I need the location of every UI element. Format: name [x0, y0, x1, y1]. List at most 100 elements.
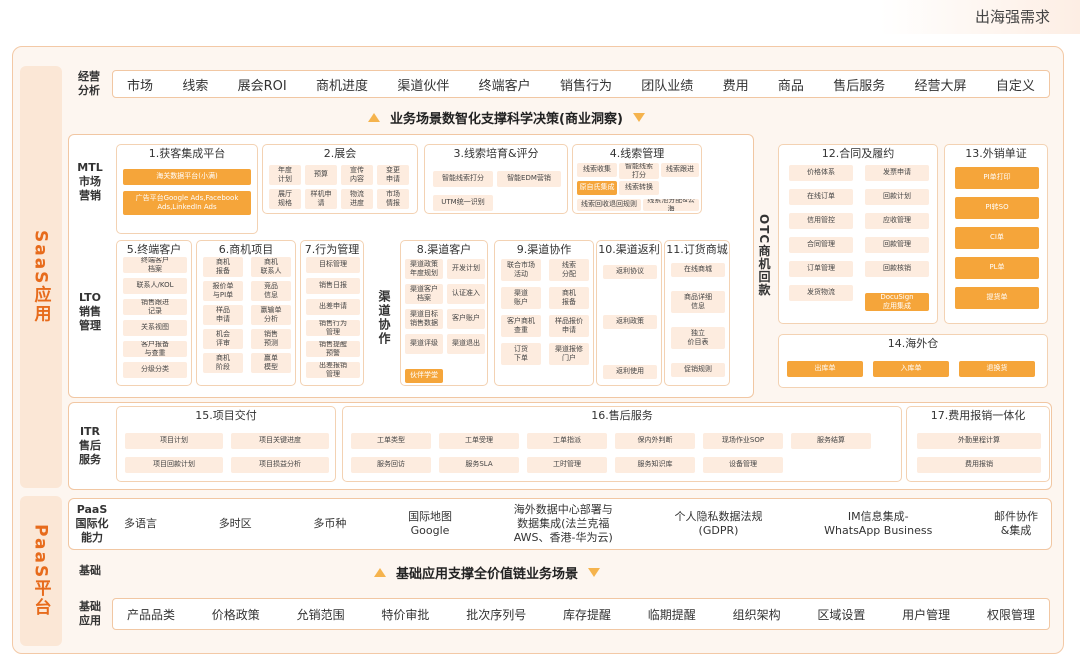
module-cell[interactable]: 渠道评级: [405, 334, 443, 354]
module-cell[interactable]: 联系人/KOL: [123, 278, 187, 294]
module-cell[interactable]: 独立 价目表: [671, 327, 725, 349]
module-cell[interactable]: 竞品 信息: [251, 281, 291, 301]
module-cell[interactable]: 样品 申请: [203, 305, 243, 325]
analysis-item[interactable]: 线索: [182, 75, 208, 94]
module-cell[interactable]: 宣传 内容: [341, 165, 373, 185]
module-cell[interactable]: 设备管理: [703, 457, 783, 473]
module-cell[interactable]: 分级分类: [123, 362, 187, 378]
module-cell[interactable]: 回款计划: [865, 189, 929, 205]
analysis-item[interactable]: 市场: [127, 75, 153, 94]
base-app-item[interactable]: 用户管理: [902, 606, 950, 623]
module-cell[interactable]: 服务回访: [351, 457, 431, 473]
module-cell[interactable]: 展厅 规格: [269, 189, 301, 209]
module-cell[interactable]: 线索 分配: [549, 259, 589, 281]
module-cell[interactable]: 项目计划: [125, 433, 223, 449]
base-app-item[interactable]: 组织架构: [733, 606, 781, 623]
base-app-item[interactable]: 产品品类: [127, 606, 175, 623]
module-cell[interactable]: 退换货: [959, 361, 1035, 377]
module-cell[interactable]: 费用报销: [917, 457, 1041, 473]
module-cell[interactable]: 线索收集: [577, 163, 617, 177]
module-cell[interactable]: 返利政策: [603, 315, 657, 329]
module-cell[interactable]: 商品详细 信息: [671, 291, 725, 313]
module-cell[interactable]: 发票申请: [865, 165, 929, 181]
module-cell[interactable]: 项目损益分析: [231, 457, 329, 473]
module-cell[interactable]: 价格体系: [789, 165, 853, 181]
module-cell[interactable]: 发货物流: [789, 285, 853, 301]
base-app-item[interactable]: 特价审批: [381, 606, 429, 623]
analysis-item[interactable]: 经营大屏: [915, 75, 967, 94]
module-cell[interactable]: 工单指派: [527, 433, 607, 449]
module-cell[interactable]: 智能EDM营销: [497, 171, 561, 187]
module-cell[interactable]: 项目回款计划: [125, 457, 223, 473]
module-cell[interactable]: 渠道退出: [447, 334, 485, 354]
module-cell[interactable]: 在线订单: [789, 189, 853, 205]
module-cell[interactable]: 出库单: [787, 361, 863, 377]
module-cell[interactable]: 智能线索 打分: [619, 163, 659, 179]
module-cell[interactable]: 销售日报: [306, 278, 360, 294]
analysis-item[interactable]: 展会ROI: [238, 75, 287, 94]
module-cell[interactable]: 商机 报备: [549, 287, 589, 309]
module-cell[interactable]: 出差申请: [306, 299, 360, 315]
module-cell[interactable]: 机会 评审: [203, 329, 243, 349]
module-cell[interactable]: UTM统一识别: [433, 195, 493, 211]
base-app-item[interactable]: 允销范围: [297, 606, 345, 623]
module-cell[interactable]: 销售跟进 记录: [123, 299, 187, 315]
module-cell[interactable]: 销售行为 管理: [306, 320, 360, 336]
module-cell[interactable]: 信用管控: [789, 213, 853, 229]
module-cell[interactable]: 返利使用: [603, 365, 657, 379]
base-app-item[interactable]: 批次序列号: [466, 606, 526, 623]
analysis-item[interactable]: 终端客户: [479, 75, 531, 94]
module-cell[interactable]: 服务结算: [791, 433, 871, 449]
module-cell[interactable]: 渠道政策 年度规划: [405, 259, 443, 279]
module-cell[interactable]: PI单打印: [955, 167, 1039, 189]
base-app-item[interactable]: 临期提醒: [648, 606, 696, 623]
analysis-item[interactable]: 商机进度: [316, 75, 368, 94]
module-cell[interactable]: 赢输单 分析: [251, 305, 291, 325]
module-cell[interactable]: 线索池分配&公海: [643, 199, 699, 211]
analysis-item[interactable]: 渠道伙伴: [397, 75, 449, 94]
analysis-item[interactable]: 销售行为: [560, 75, 612, 94]
module-cell[interactable]: 市场 情报: [377, 189, 409, 209]
base-app-item[interactable]: 权限管理: [987, 606, 1035, 623]
base-app-item[interactable]: 区域设置: [817, 606, 865, 623]
base-app-item[interactable]: 库存提醒: [563, 606, 611, 623]
module-cell[interactable]: 销售提醒 预警: [306, 341, 360, 357]
module-cell[interactable]: 回款核销: [865, 261, 929, 277]
module-cell[interactable]: 客户报备 与查重: [123, 341, 187, 357]
module-cell[interactable]: 出差报销 管理: [306, 362, 360, 378]
module-cell[interactable]: 联合市场 活动: [501, 259, 541, 281]
module-cell[interactable]: 应收管理: [865, 213, 929, 229]
module-cell[interactable]: 工单类型: [351, 433, 431, 449]
module-cell[interactable]: 目标管理: [306, 257, 360, 273]
module-cell[interactable]: 提货单: [955, 287, 1039, 309]
module-cell[interactable]: CI单: [955, 227, 1039, 249]
module-cell[interactable]: 渠道报修 门户: [549, 343, 589, 365]
module-cell[interactable]: 年度 计划: [269, 165, 301, 185]
module-cell[interactable]: 线索跟进: [661, 163, 699, 177]
module-cell[interactable]: 工单受理: [439, 433, 519, 449]
module-cell[interactable]: 赢单 模型: [251, 353, 291, 373]
module-cell[interactable]: 线索转换: [619, 181, 659, 195]
module-cell[interactable]: 在线商城: [671, 263, 725, 277]
analysis-item[interactable]: 自定义: [996, 75, 1035, 94]
module-cell[interactable]: 外勤里程计算: [917, 433, 1041, 449]
module-cell[interactable]: PL单: [955, 257, 1039, 279]
module-cell[interactable]: 促销规则: [671, 363, 725, 377]
module-cell[interactable]: 销售 预测: [251, 329, 291, 349]
module-cell[interactable]: 订货 下单: [501, 343, 541, 365]
base-app-item[interactable]: 价格政策: [212, 606, 260, 623]
module-cell[interactable]: 客户商机 查重: [501, 315, 541, 337]
module-cell[interactable]: 智能线索打分: [433, 171, 493, 187]
module-cell[interactable]: 线索回收退回规则: [577, 199, 641, 211]
module-cell[interactable]: 广告平台Google Ads,Facebook Ads,LinkedIn Ads: [123, 191, 251, 215]
analysis-item[interactable]: 费用: [723, 75, 749, 94]
module-cell[interactable]: 认证准入: [447, 284, 485, 304]
analysis-item[interactable]: 商品: [778, 75, 804, 94]
module-cell[interactable]: 报价单 与PI单: [203, 281, 243, 301]
module-cell[interactable]: 服务SLA: [439, 457, 519, 473]
module-cell[interactable]: 预算: [305, 165, 337, 185]
module-cell[interactable]: 合同管理: [789, 237, 853, 253]
module-cell[interactable]: 开发计划: [447, 259, 485, 279]
module-cell[interactable]: 项目关键进度: [231, 433, 329, 449]
module-cell[interactable]: 原自氏集成: [577, 181, 617, 195]
